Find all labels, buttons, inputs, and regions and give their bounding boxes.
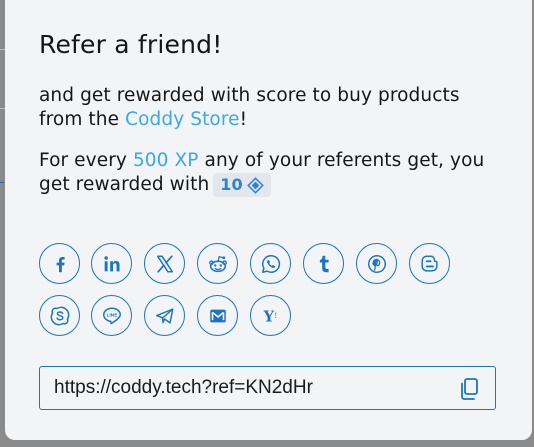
copy-icon [461, 378, 478, 400]
x-icon [156, 254, 173, 273]
share-pinterest-button[interactable] [356, 243, 397, 284]
svg-text:LINE: LINE [106, 312, 117, 318]
share-reddit-button[interactable] [197, 243, 238, 284]
svg-text:!: ! [274, 310, 277, 319]
share-x-button[interactable] [144, 243, 185, 284]
share-facebook-button[interactable] [39, 243, 80, 284]
reward-value: 10 [220, 175, 243, 194]
email-icon [209, 309, 226, 322]
line-icon: LINE [102, 306, 121, 324]
reddit-icon [208, 255, 227, 272]
pinterest-icon [367, 254, 386, 273]
share-skype-button[interactable] [39, 295, 80, 336]
tumblr-icon [319, 255, 329, 272]
whatsapp-icon [261, 254, 280, 273]
reward-text: For every 500 XP any of your referents g… [39, 150, 485, 197]
svg-text:Y: Y [262, 308, 274, 325]
reward-badge: 10 [213, 173, 271, 197]
modal-title: Refer a friend! [39, 30, 223, 59]
share-email-button[interactable] [197, 295, 238, 336]
share-telegram-button[interactable] [144, 295, 185, 336]
share-tumblr-button[interactable] [303, 243, 344, 284]
share-blogger-button[interactable] [409, 243, 450, 284]
referral-url-input[interactable] [54, 375, 444, 401]
backdrop-link[interactable] [0, 168, 4, 183]
blogger-icon [420, 254, 438, 272]
linkedin-icon [103, 255, 120, 271]
copy-link-button[interactable] [457, 376, 481, 402]
diamond-icon [246, 176, 264, 194]
xp-amount: 500 XP [132, 150, 199, 171]
coddy-store-link[interactable]: Coddy Store [125, 109, 240, 130]
intro-text: and get rewarded with score to buy produ… [39, 85, 460, 130]
referral-link-field [39, 366, 496, 410]
share-line-button[interactable]: LINE [91, 295, 132, 336]
refer-friend-modal: Refer a friend! and get rewarded with sc… [5, 0, 532, 440]
skype-icon [50, 306, 69, 325]
telegram-icon [155, 307, 174, 324]
share-linkedin-button[interactable] [91, 243, 132, 284]
facebook-icon [56, 256, 65, 272]
share-hackernews-button[interactable]: Y! [250, 295, 291, 336]
hackernews-icon: Y! [262, 308, 277, 325]
share-whatsapp-button[interactable] [250, 243, 291, 284]
